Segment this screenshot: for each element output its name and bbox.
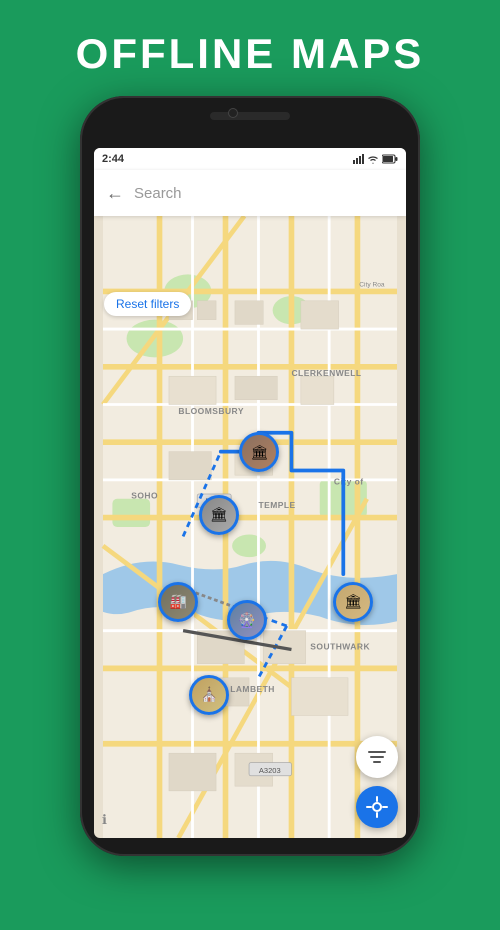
signal-icon (353, 154, 364, 164)
filter-fab-button[interactable] (356, 736, 398, 778)
status-time: 2:44 (102, 153, 124, 165)
location-icon (366, 796, 388, 818)
svg-text:BLOOMSBURY: BLOOMSBURY (178, 406, 244, 416)
back-button[interactable]: ← (106, 183, 124, 204)
svg-text:City Roa: City Roa (359, 282, 385, 289)
app-title: OFFLINE MAPS (0, 30, 500, 78)
phone-camera (228, 108, 238, 118)
status-icons (353, 154, 398, 164)
svg-text:City of: City of (334, 477, 364, 487)
info-button[interactable]: ℹ (102, 812, 107, 828)
phone-device: 2:44 (80, 96, 420, 856)
reset-filters-button[interactable]: Reset filters (104, 292, 191, 316)
svg-text:TEMPLE: TEMPLE (258, 500, 295, 510)
landmark-pin-5[interactable]: ⛪ (189, 675, 229, 715)
phone-notch (210, 112, 290, 120)
svg-text:SOHO: SOHO (131, 491, 158, 501)
map-area[interactable]: A3203 B402 BLOOMSBURY CLERKENWELL SOHO T… (94, 216, 406, 838)
search-bar[interactable]: ← Search (94, 170, 406, 216)
landmark-pin-4[interactable]: 🎡 (227, 600, 267, 640)
wifi-icon (367, 154, 379, 164)
search-placeholder[interactable]: Search (134, 185, 182, 202)
battery-icon (382, 154, 398, 164)
landmark-pin-3[interactable]: 🏭 (158, 582, 198, 622)
filter-icon (367, 749, 387, 765)
svg-text:A3203: A3203 (259, 766, 281, 775)
app-background: OFFLINE MAPS 2:44 (0, 0, 500, 930)
landmark-pin-2[interactable]: 🏛 (199, 495, 239, 535)
svg-text:LAMBETH: LAMBETH (230, 684, 275, 694)
location-fab-button[interactable] (356, 786, 398, 828)
landmark-pin-1[interactable]: 🏛 (239, 432, 279, 472)
landmark-pin-6[interactable]: 🏛 (333, 582, 373, 622)
phone-screen: 2:44 (94, 148, 406, 838)
svg-text:SOUTHWARK: SOUTHWARK (310, 642, 370, 652)
status-bar: 2:44 (94, 148, 406, 170)
svg-text:CLERKENWELL: CLERKENWELL (291, 368, 361, 378)
